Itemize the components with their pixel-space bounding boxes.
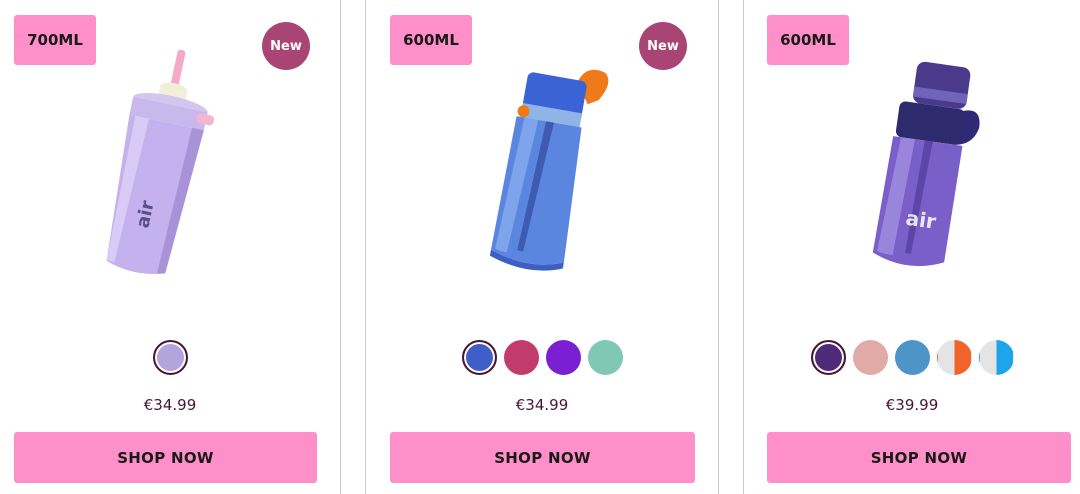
price: €39.99 [885, 396, 939, 414]
svg-text:air: air [904, 206, 937, 234]
color-swatch[interactable] [461, 340, 497, 375]
product-image-blue-bottle[interactable] [476, 58, 616, 278]
new-badge: New [262, 22, 310, 70]
shop-now-button[interactable]: SHOP NOW [390, 432, 695, 483]
color-swatch[interactable] [810, 340, 846, 375]
product-card-1: 700ML New air €34.99 SHOP NOW [0, 0, 341, 494]
shop-now-button[interactable]: SHOP NOW [14, 432, 317, 483]
price: €34.99 [515, 396, 569, 414]
color-swatch[interactable] [152, 340, 188, 375]
product-image-purple-bottle[interactable]: air [849, 58, 989, 278]
color-swatches [366, 340, 718, 375]
color-swatch[interactable] [545, 340, 581, 375]
product-card-3: 600ML air €39.99 SHOP NOW [743, 0, 1080, 494]
color-swatch-orange-half[interactable] [936, 340, 972, 375]
color-swatch[interactable] [587, 340, 623, 375]
color-swatches [744, 340, 1080, 375]
color-swatch[interactable] [852, 340, 888, 375]
shop-now-button[interactable]: SHOP NOW [767, 432, 1071, 483]
size-badge: 600ML [767, 15, 849, 65]
product-image-tumbler[interactable]: air [95, 48, 225, 283]
price: €34.99 [143, 396, 197, 414]
color-swatch-blue-half[interactable] [978, 340, 1014, 375]
size-badge: 600ML [390, 15, 472, 65]
new-badge: New [639, 22, 687, 70]
size-badge: 700ML [14, 15, 96, 65]
color-swatch[interactable] [503, 340, 539, 375]
product-card-2: 600ML New €34.99 SHOP NOW [365, 0, 719, 494]
color-swatch[interactable] [894, 340, 930, 375]
color-swatches [0, 340, 340, 375]
